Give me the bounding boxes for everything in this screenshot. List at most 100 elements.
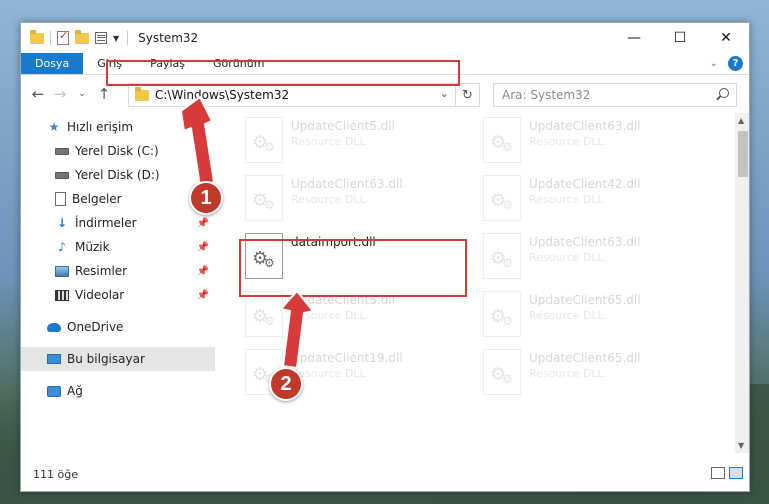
file-name: UpdateClient5.dll — [291, 293, 395, 307]
new-folder-icon[interactable] — [75, 29, 89, 44]
sidebar-item-videos[interactable]: Videolar 📌 — [21, 283, 215, 307]
refresh-icon[interactable]: ↻ — [455, 83, 479, 107]
sidebar-item-onedrive[interactable]: OneDrive — [21, 315, 215, 339]
file-item[interactable]: UpdateClient65.dll Resource DLL — [483, 291, 703, 343]
divider — [127, 31, 129, 45]
chevron-down-icon[interactable]: ▼ — [113, 34, 119, 43]
annotation-badge-2: 2 — [269, 367, 303, 401]
help-icon[interactable]: ? — [728, 56, 743, 71]
tab-paylas[interactable]: Paylaş — [136, 53, 199, 74]
scrollbar-thumb[interactable] — [738, 131, 748, 177]
window-title: System32 — [138, 31, 199, 45]
file-desc: Resource DLL — [291, 193, 366, 206]
sidebar-item-label: Yerel Disk (C:) — [75, 144, 159, 158]
downloads-icon: ↓ — [56, 216, 68, 230]
sidebar-item-label: Bu bilgisayar — [67, 352, 145, 366]
address-bar[interactable]: C:\Windows\System32 ⌄ ↻ — [128, 83, 480, 107]
file-name: UpdateClient63.dll — [291, 177, 403, 191]
file-item[interactable]: UpdateClient63.dll Resource DLL — [245, 175, 465, 227]
search-input[interactable]: Ara: System32 — [493, 83, 737, 107]
sidebar-item-label: Hızlı erişim — [67, 120, 134, 134]
computer-icon — [47, 354, 61, 364]
sidebar-item-network[interactable]: Ağ — [21, 379, 215, 403]
address-row: ← → ⌄ ↑ C:\Windows\System32 ⌄ ↻ Ara: Sys… — [21, 75, 749, 113]
tiles-view-icon[interactable] — [729, 467, 743, 479]
scroll-down-icon[interactable]: ▼ — [738, 441, 744, 450]
file-name: UpdateClient65.dll — [529, 351, 641, 365]
dll-file-icon — [245, 175, 283, 221]
back-arrow-icon[interactable]: ← — [27, 85, 49, 103]
music-icon: ♪ — [58, 240, 66, 254]
file-name: UpdateClient42.dll — [529, 177, 641, 191]
file-item-dataimport[interactable]: dataimport.dll — [245, 233, 465, 285]
file-desc: Resource DLL — [529, 367, 604, 380]
maximize-button[interactable]: ☐ — [657, 23, 703, 53]
pin-icon[interactable]: 📌 — [197, 218, 209, 229]
divider — [50, 31, 51, 45]
dll-file-icon — [483, 175, 521, 221]
file-desc: Resource DLL — [291, 367, 366, 380]
sidebar-item-quick-access[interactable]: ★ Hızlı erişim — [21, 115, 215, 139]
sidebar-item-label: Resimler — [75, 264, 128, 278]
pin-icon[interactable]: 📌 — [197, 266, 209, 277]
pin-icon[interactable]: 📌 — [197, 290, 209, 301]
file-item[interactable]: UpdateClient5.dll Resource DLL — [245, 117, 465, 169]
file-item[interactable]: UpdateClient65.dll Resource DLL — [483, 349, 703, 401]
pin-icon[interactable]: 📌 — [197, 242, 209, 253]
file-item[interactable]: UpdateClient63.dll Resource DLL — [483, 233, 703, 285]
sidebar-item-music[interactable]: ♪ Müzik 📌 — [21, 235, 215, 259]
file-item[interactable]: UpdateClient42.dll Resource DLL — [483, 175, 703, 227]
status-bar: 111 öğe — [21, 463, 749, 485]
dll-file-icon — [483, 117, 521, 163]
address-path: C:\Windows\System32 — [155, 88, 290, 102]
properties-check-icon[interactable] — [57, 29, 69, 45]
list-icon[interactable] — [95, 32, 107, 44]
pin-icon[interactable]: 📌 — [197, 146, 209, 157]
tab-gorunum[interactable]: Görünüm — [199, 53, 278, 74]
file-name: UpdateClient5.dll — [291, 119, 395, 133]
videos-icon — [55, 289, 69, 301]
close-button[interactable]: ✕ — [703, 23, 749, 53]
drive-icon — [55, 147, 69, 155]
scroll-up-icon[interactable]: ▲ — [738, 116, 744, 125]
expand-ribbon-icon[interactable]: ⌄ — [710, 58, 718, 69]
explorer-window: ▼ System32 — ☐ ✕ Dosya Giriş Paylaş Görü… — [20, 22, 750, 492]
sidebar-item-documents[interactable]: Belgeler 📌 — [21, 187, 215, 211]
file-name: UpdateClient19.dll — [291, 351, 403, 365]
tab-dosya[interactable]: Dosya — [21, 53, 84, 74]
vertical-scrollbar[interactable]: ▲ ▼ — [735, 113, 749, 453]
sidebar-item-downloads[interactable]: ↓ İndirmeler 📌 — [21, 211, 215, 235]
pictures-icon — [55, 265, 69, 277]
title-bar: ▼ System32 — ☐ ✕ — [21, 23, 749, 53]
chevron-down-icon[interactable]: ⌄ — [440, 87, 449, 100]
file-name: UpdateClient63.dll — [529, 119, 641, 133]
sidebar-item-disk-d[interactable]: Yerel Disk (D:) — [21, 163, 215, 187]
up-arrow-icon[interactable]: ↑ — [93, 85, 115, 103]
search-icon — [719, 88, 729, 98]
dll-file-icon — [483, 349, 521, 395]
dll-file-icon — [245, 233, 283, 279]
file-item[interactable]: UpdateClient5.dll Resource DLL — [245, 291, 465, 343]
file-desc: Resource DLL — [291, 309, 366, 322]
quick-access-toolbar: ▼ — [30, 29, 119, 45]
dll-file-icon — [483, 233, 521, 279]
sidebar-item-label: Belgeler — [72, 192, 122, 206]
dll-file-icon — [245, 291, 283, 337]
details-view-icon[interactable] — [711, 467, 725, 479]
dll-file-icon — [483, 291, 521, 337]
file-item[interactable]: UpdateClient63.dll Resource DLL — [483, 117, 703, 169]
recent-locations-icon[interactable]: ⌄ — [71, 89, 93, 99]
sidebar-item-this-pc[interactable]: Bu bilgisayar — [21, 347, 215, 371]
sidebar-item-label: OneDrive — [67, 320, 124, 334]
minimize-button[interactable]: — — [611, 23, 657, 53]
sidebar-item-disk-c[interactable]: Yerel Disk (C:) 📌 — [21, 139, 215, 163]
annotation-badge-1: 1 — [189, 181, 223, 215]
network-icon — [47, 385, 61, 397]
window-controls: — ☐ ✕ — [611, 23, 749, 53]
tab-giris[interactable]: Giriş — [83, 53, 136, 74]
sidebar-item-pictures[interactable]: Resimler 📌 — [21, 259, 215, 283]
forward-arrow-icon[interactable]: → — [49, 85, 71, 103]
main-area: ★ Hızlı erişim Yerel Disk (C:) 📌 Yerel D… — [21, 113, 749, 453]
folder-icon[interactable] — [30, 29, 44, 44]
star-icon: ★ — [48, 120, 60, 134]
